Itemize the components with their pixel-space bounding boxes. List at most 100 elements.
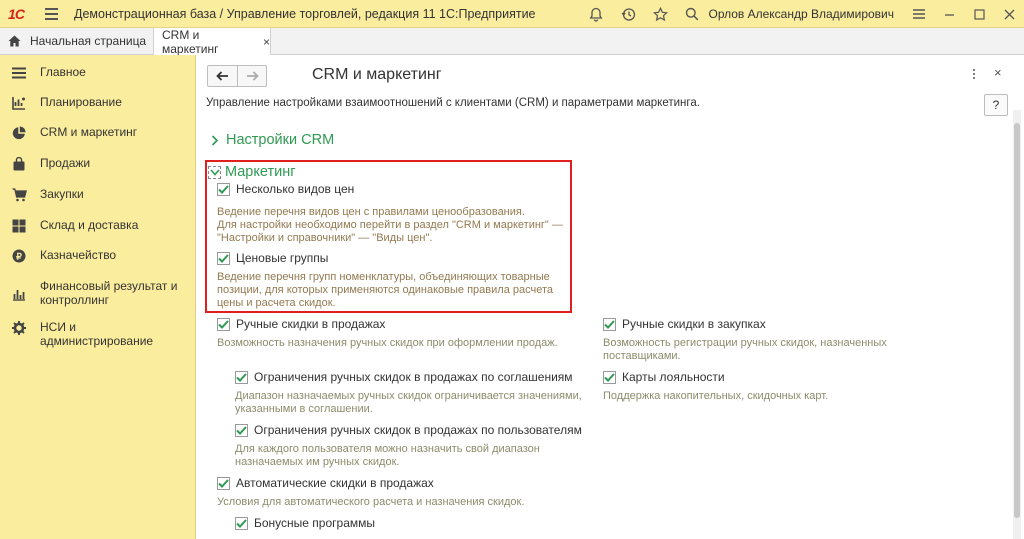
cart-icon: [11, 187, 27, 203]
checkbox-bonus-programs[interactable]: Бонусные программы: [235, 516, 375, 530]
bell-icon[interactable]: [580, 0, 612, 28]
checkmark-icon: [217, 317, 230, 331]
settings-menu-icon[interactable]: [904, 0, 934, 28]
sidebar-item-main[interactable]: Главное: [0, 65, 196, 81]
checkbox-label: Ограничения ручных скидок в продажах по …: [254, 370, 573, 384]
hint-price-groups-1: Ведение перечня групп номенклатуры, объе…: [217, 271, 550, 283]
hint-price-types-1: Ведение перечня видов цен с правилами це…: [217, 206, 525, 218]
window-close-icon[interactable]: [994, 0, 1024, 28]
hint-manual-purchases-2: поставщиками.: [603, 350, 681, 362]
checkmark-icon: [235, 516, 248, 530]
title-bar: 1С Демонстрационная база / Управление то…: [0, 0, 1024, 28]
checkbox-label: Ограничения ручных скидок в продажах по …: [254, 423, 582, 437]
sidebar-item-admin[interactable]: НСИ и администрирование: [0, 320, 196, 348]
home-icon: [8, 35, 21, 47]
checkbox-label: Автоматические скидки в продажах: [236, 476, 434, 490]
hint-price-types-3: "Настройки и справочники" — "Виды цен".: [217, 232, 433, 244]
page-title: CRM и маркетинг: [312, 66, 442, 83]
tabs-bar: Начальная страница CRM и маркетинг ×: [0, 27, 1024, 56]
section-crm-label: Настройки CRM: [226, 132, 335, 148]
sidebar-item-label: Склад и доставка: [40, 218, 139, 232]
checkbox-manual-purchases[interactable]: Ручные скидки в закупках: [603, 317, 766, 331]
checkmark-icon: [235, 423, 248, 437]
star-icon[interactable]: [644, 0, 676, 28]
section-crm-settings[interactable]: Настройки CRM: [208, 132, 334, 148]
sidebar-item-planning[interactable]: Планирование: [0, 95, 196, 111]
checkbox-label: Несколько видов цен: [236, 182, 355, 196]
checkbox-label: Ручные скидки в продажах: [236, 317, 386, 331]
sidebar-item-label: CRM и маркетинг: [40, 125, 138, 139]
section-marketing-label: Маркетинг: [225, 164, 296, 180]
hint-loyalty-cards-1: Поддержка накопительных, скидочных карт.: [603, 390, 829, 402]
arrow-left-icon: [216, 71, 228, 81]
pie-chart-icon: [11, 125, 27, 141]
forward-button[interactable]: [237, 66, 266, 86]
window-title: Демонстрационная база / Управление торго…: [74, 6, 536, 21]
back-button[interactable]: [208, 66, 237, 86]
checkbox-label: Ручные скидки в закупках: [622, 317, 766, 331]
bar-chart-icon: [11, 286, 27, 302]
checkmark-icon: [217, 476, 230, 490]
tab-crm-marketing[interactable]: CRM и маркетинг ×: [153, 27, 271, 56]
chevron-down-icon: [208, 165, 221, 179]
sidebar-item-label: Финансовый результат и контроллинг: [40, 279, 178, 307]
hint-limit-agreements-2: указанными в соглашении.: [235, 403, 373, 415]
sidebar-item-label: Продажи: [40, 156, 91, 170]
checkbox-price-types[interactable]: Несколько видов цен: [217, 182, 354, 196]
hint-auto-sales-1: Условия для автоматического расчета и на…: [217, 496, 525, 508]
checkbox-limit-agreements[interactable]: Ограничения ручных скидок в продажах по …: [235, 370, 573, 384]
checkbox-price-groups[interactable]: Ценовые группы: [217, 251, 328, 265]
hint-price-groups-3: цены и расчета скидок.: [217, 297, 336, 309]
checkmark-icon: [603, 317, 616, 331]
sidebar-item-label: НСИ и администрирование: [40, 320, 154, 348]
menu-lines-icon: [11, 65, 27, 81]
checkbox-auto-sales[interactable]: Автоматические скидки в продажах: [217, 476, 434, 490]
checkbox-loyalty-cards[interactable]: Карты лояльности: [603, 370, 725, 384]
chevron-right-icon: [208, 133, 222, 147]
search-icon[interactable]: [676, 0, 708, 28]
sidebar-item-label: Главное: [40, 65, 86, 79]
history-icon[interactable]: [612, 0, 644, 28]
sidebar-item-crm[interactable]: CRM и маркетинг: [0, 125, 196, 141]
checkmark-icon: [217, 182, 230, 196]
sidebar-item-purchases[interactable]: Закупки: [0, 187, 196, 203]
tab-crm-label: CRM и маркетинг: [162, 27, 219, 56]
arrow-right-icon: [246, 71, 259, 81]
sidebar-item-warehouse[interactable]: Склад и доставка: [0, 218, 196, 234]
hint-manual-purchases-1: Возможность регистрации ручных скидок, н…: [603, 337, 887, 349]
main-menu-icon[interactable]: [40, 0, 62, 28]
checkbox-limit-users[interactable]: Ограничения ручных скидок в продажах по …: [235, 423, 582, 437]
checkbox-label: Карты лояльности: [622, 370, 725, 384]
sidebar-item-sales[interactable]: Продажи: [0, 156, 196, 172]
maximize-icon[interactable]: [964, 0, 994, 28]
app-logo: 1С: [0, 0, 32, 28]
coin-icon: ₽: [11, 248, 27, 264]
page-description: Управление настройками взаимоотношений с…: [206, 97, 700, 109]
minimize-icon[interactable]: [934, 0, 964, 28]
checkmark-icon: [217, 251, 230, 265]
tab-home[interactable]: Начальная страница: [0, 28, 150, 54]
sidebar-item-label: Планирование: [40, 95, 122, 109]
tab-close-icon[interactable]: ×: [263, 35, 270, 49]
user-name[interactable]: Орлов Александр Владимирович: [708, 7, 894, 21]
form-close-icon[interactable]: ×: [994, 65, 1002, 80]
bag-icon: [11, 156, 27, 172]
more-actions-icon[interactable]: [967, 65, 981, 83]
checkbox-manual-sales[interactable]: Ручные скидки в продажах: [217, 317, 385, 331]
sidebar: Главное Планирование CRM и маркетинг Про…: [0, 55, 196, 539]
svg-text:₽: ₽: [16, 251, 22, 261]
sidebar-item-financial[interactable]: Финансовый результат и контроллинг: [0, 279, 196, 309]
section-marketing[interactable]: Маркетинг: [208, 164, 296, 180]
checkbox-label: Ценовые группы: [236, 251, 329, 265]
scrollbar-thumb[interactable]: [1014, 123, 1020, 518]
gear-icon: [11, 320, 27, 336]
nav-buttons: [207, 65, 267, 87]
logo-text: 1С: [8, 5, 25, 22]
sidebar-item-treasury[interactable]: ₽ Казначейство: [0, 248, 196, 264]
checkmark-icon: [603, 370, 616, 384]
sidebar-item-label: Казначейство: [40, 248, 117, 262]
hint-price-types-2: Для настройки необходимо перейти в разде…: [217, 219, 563, 231]
help-button[interactable]: ?: [984, 94, 1008, 116]
planning-icon: [11, 95, 27, 111]
checkmark-icon: [235, 370, 248, 384]
